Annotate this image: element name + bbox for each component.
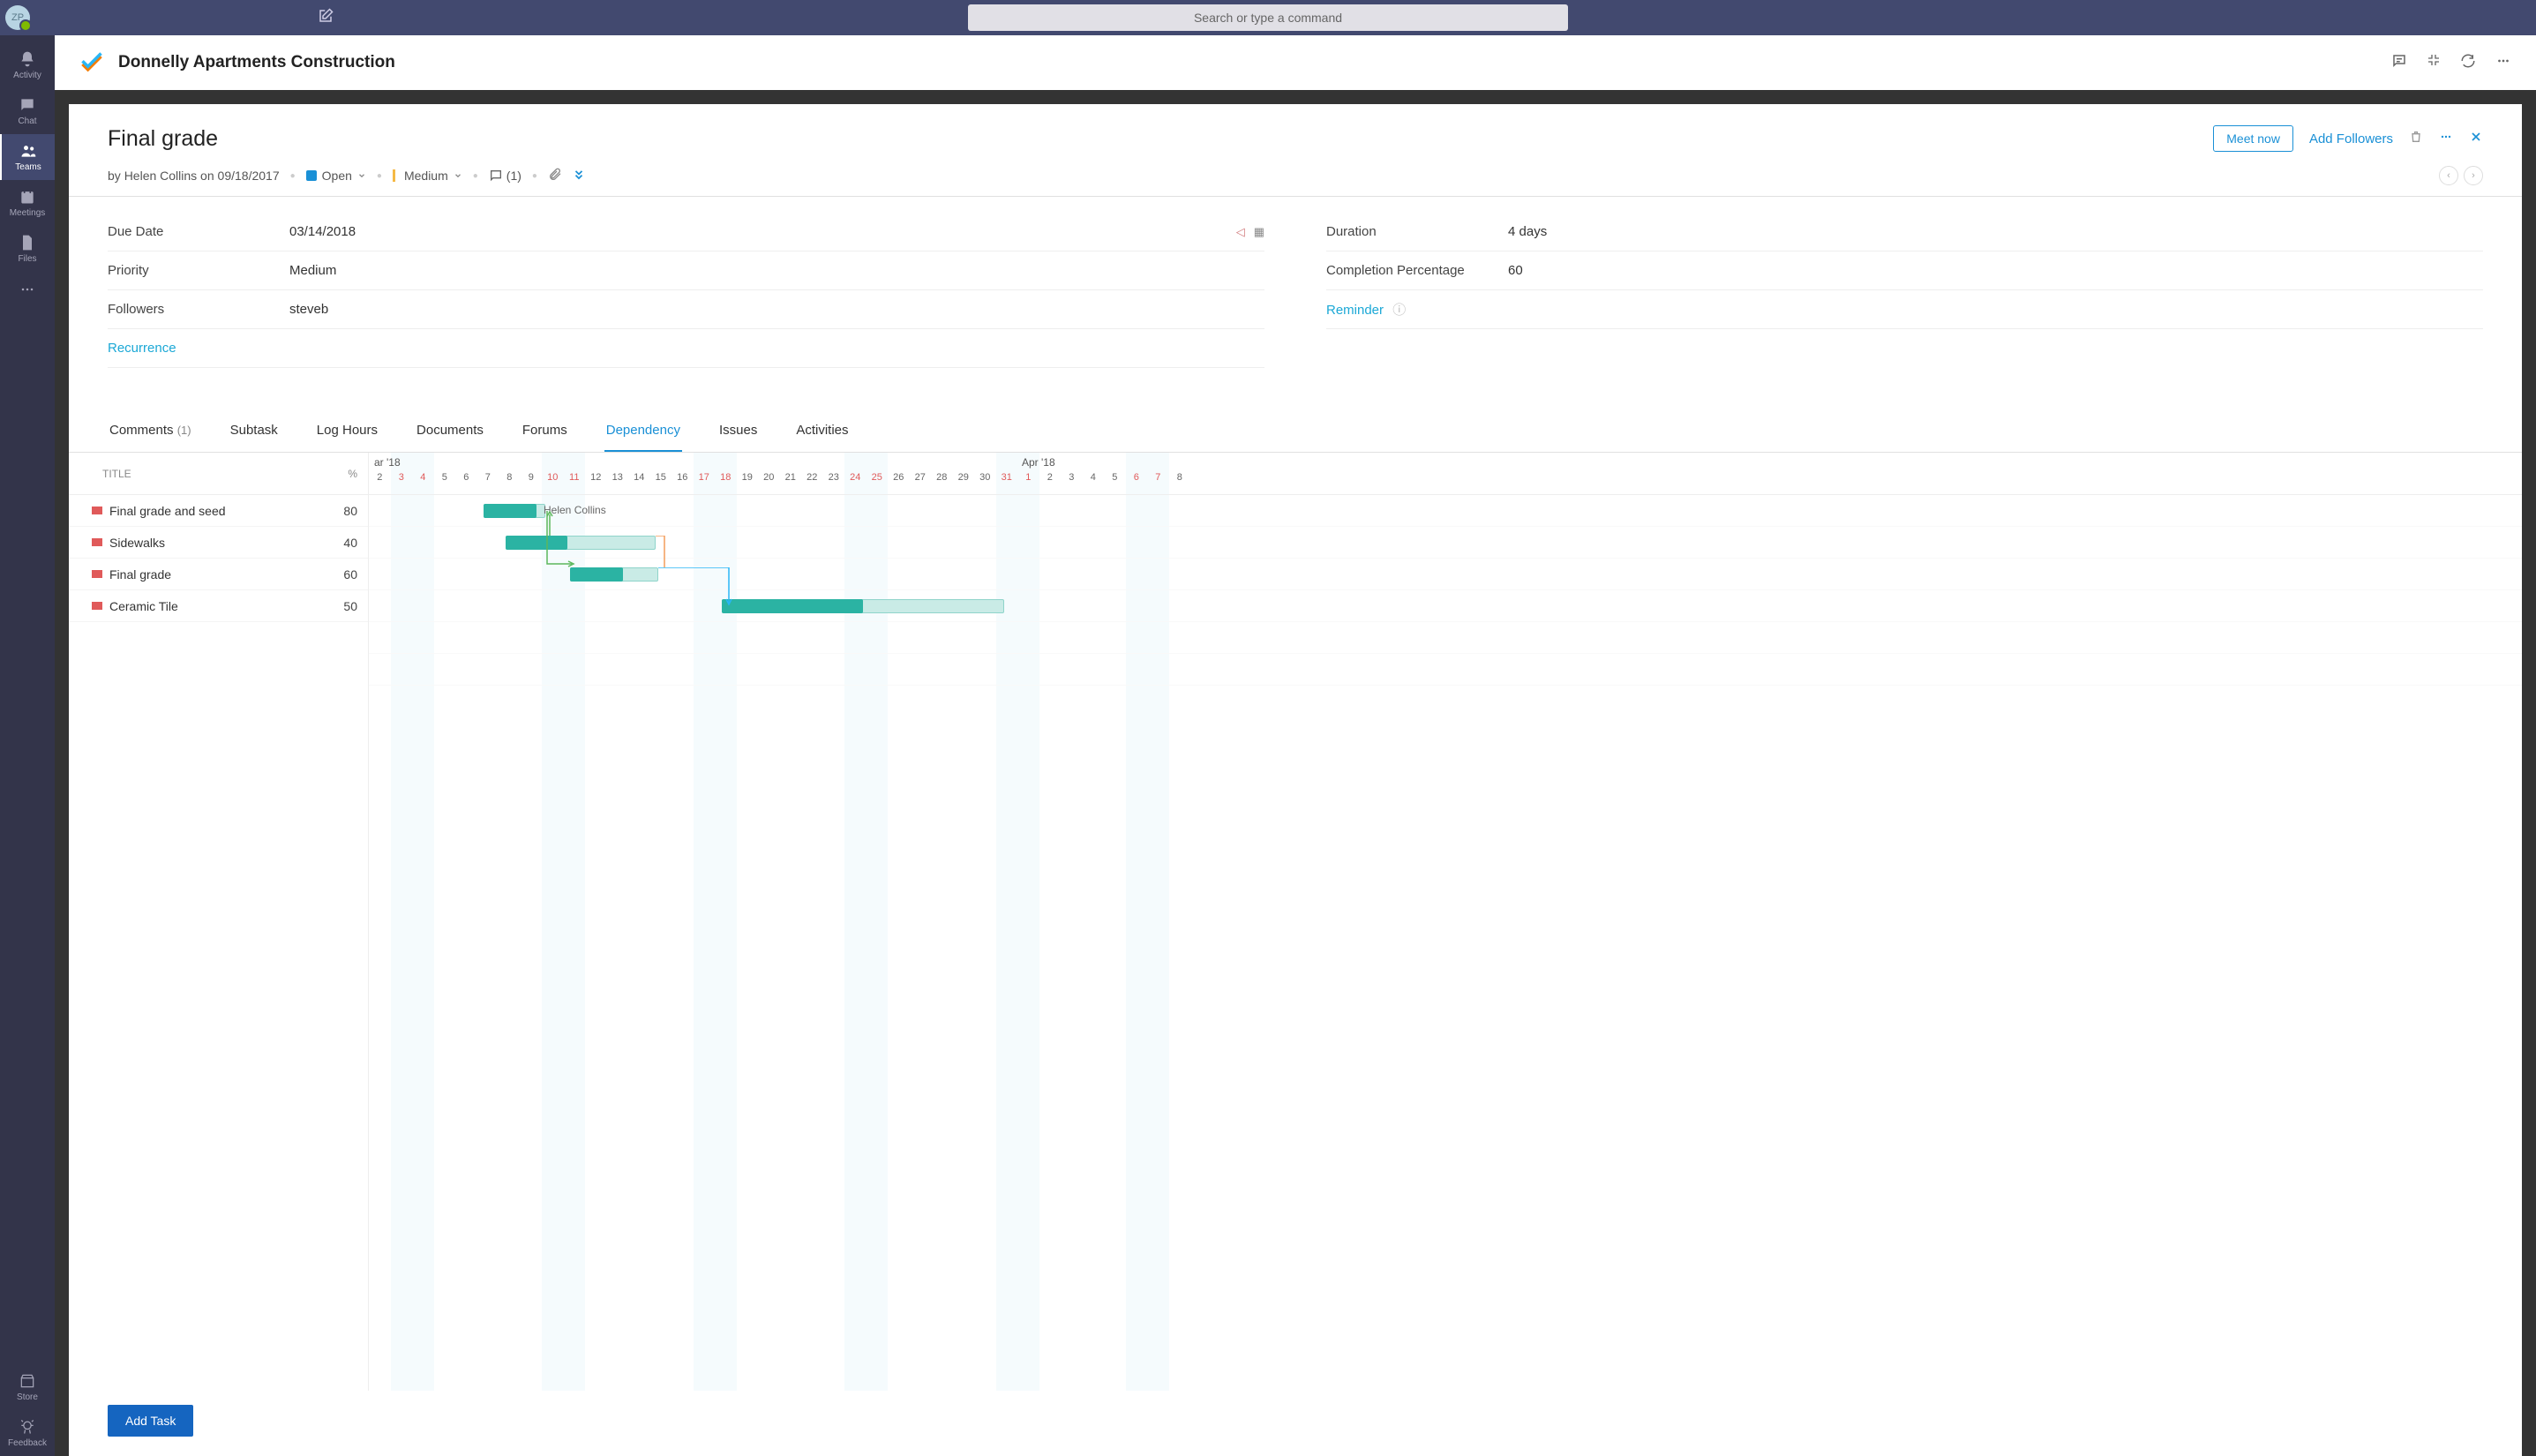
rail-label: Store [17, 1392, 38, 1402]
tab-log-hours[interactable]: Log Hours [315, 410, 379, 452]
rail-store[interactable]: Store [0, 1364, 55, 1410]
app-header: Donnelly Apartments Construction [55, 35, 2536, 90]
help-icon: ⓘ [1392, 303, 1406, 318]
add-followers-link[interactable]: Add Followers [2309, 131, 2393, 146]
recurrence-link[interactable]: Recurrence [108, 341, 284, 356]
status-color-icon [306, 170, 317, 181]
priority-value[interactable]: Medium [284, 263, 1264, 278]
completion-label: Completion Percentage [1326, 263, 1503, 278]
expand-chevron-icon[interactable] [573, 169, 585, 184]
refresh-icon[interactable] [2460, 53, 2476, 73]
rail-more[interactable] [0, 272, 55, 307]
dependency-line-icon [545, 511, 581, 573]
dependency-line-icon [658, 567, 738, 606]
tab-documents[interactable]: Documents [415, 410, 485, 452]
rail-label: Activity [13, 71, 41, 80]
task-byline: by Helen Collins on 09/18/2017 [108, 169, 280, 183]
gantt-bar[interactable]: Helen Collins [484, 504, 536, 518]
gantt-percent-header: % [315, 468, 368, 480]
app-logo-icon [79, 50, 104, 75]
followers-value[interactable]: steveb [284, 302, 1264, 317]
collapse-icon[interactable] [2427, 53, 2441, 73]
priority-bar-icon [393, 169, 395, 182]
duration-label: Duration [1326, 224, 1503, 239]
clear-date-icon[interactable]: ◁ [1236, 225, 1245, 239]
rail-label: Files [18, 254, 36, 264]
month-label: ar '18 [374, 456, 401, 469]
completion-value[interactable]: 60 [1503, 263, 2483, 278]
rail-label: Teams [15, 162, 41, 172]
app-rail: Activity Chat Teams Meetings Files Store [0, 35, 55, 1456]
delete-icon[interactable] [2409, 130, 2423, 148]
app-title: Donnelly Apartments Construction [118, 53, 395, 72]
tab-dependency[interactable]: Dependency [604, 410, 682, 452]
reminder-link[interactable]: Reminder ⓘ [1326, 300, 1503, 319]
gantt-chart: TITLE % Final grade and seed 80 Sidewalk… [69, 453, 2522, 1456]
attachment-icon[interactable] [548, 168, 562, 184]
rail-label: Chat [18, 116, 36, 126]
tab-comments[interactable]: Comments (1) [108, 410, 193, 452]
more-icon[interactable] [2495, 53, 2511, 73]
dependency-line-icon [656, 536, 673, 571]
month-label: Apr '18 [1022, 456, 1055, 469]
gantt-task-row[interactable]: Final grade and seed 80 [69, 495, 368, 527]
close-icon[interactable] [2469, 130, 2483, 148]
flag-icon [92, 570, 102, 578]
task-detail-modal: Final grade Meet now Add Followers by He… [69, 104, 2522, 1456]
gantt-task-row[interactable]: Final grade 60 [69, 559, 368, 590]
flag-icon [92, 538, 102, 546]
rail-files[interactable]: Files [0, 226, 55, 272]
rail-chat[interactable]: Chat [0, 88, 55, 134]
task-title: Final grade [108, 126, 218, 152]
prev-task-icon[interactable]: ‹ [2439, 166, 2458, 185]
gantt-title-header: TITLE [69, 468, 315, 480]
task-fields: Due Date 03/14/2018 ◁ ▦ Priority Medium [69, 197, 2522, 384]
tab-activities[interactable]: Activities [794, 410, 850, 452]
title-bar: Search or type a command ZP [0, 0, 2536, 35]
rail-label: Meetings [10, 208, 46, 218]
add-task-button[interactable]: Add Task [108, 1405, 193, 1437]
rail-label: Feedback [8, 1438, 47, 1448]
search-input[interactable]: Search or type a command [968, 4, 1568, 31]
tab-forums[interactable]: Forums [521, 410, 569, 452]
user-avatar[interactable]: ZP [5, 5, 30, 30]
next-task-icon[interactable]: › [2464, 166, 2483, 185]
duration-value[interactable]: 4 days [1503, 224, 2483, 239]
tab-issues[interactable]: Issues [717, 410, 759, 452]
gantt-task-row[interactable]: Sidewalks 40 [69, 527, 368, 559]
gantt-task-row[interactable]: Ceramic Tile 50 [69, 590, 368, 622]
due-date-value[interactable]: 03/14/2018 [284, 224, 1236, 239]
compose-icon[interactable] [318, 8, 334, 28]
meet-now-button[interactable]: Meet now [2213, 125, 2293, 152]
priority-dropdown[interactable]: Medium [393, 169, 462, 183]
calendar-icon[interactable]: ▦ [1254, 225, 1264, 239]
rail-feedback[interactable]: Feedback [0, 1410, 55, 1456]
rail-meetings[interactable]: Meetings [0, 180, 55, 226]
priority-label: Priority [108, 263, 284, 278]
flag-icon [92, 507, 102, 514]
rail-activity[interactable]: Activity [0, 42, 55, 88]
chat-icon[interactable] [2391, 53, 2407, 73]
followers-label: Followers [108, 302, 284, 317]
flag-icon [92, 602, 102, 610]
tab-subtask[interactable]: Subtask [229, 410, 280, 452]
rail-teams[interactable]: Teams [0, 134, 55, 180]
due-date-label: Due Date [108, 224, 284, 239]
task-tabs: Comments (1) Subtask Log Hours Documents… [69, 410, 2522, 453]
status-dropdown[interactable]: Open [306, 169, 366, 183]
comments-count[interactable]: (1) [489, 169, 521, 183]
more-options-icon[interactable] [2439, 130, 2453, 148]
gantt-bar[interactable] [722, 599, 863, 613]
